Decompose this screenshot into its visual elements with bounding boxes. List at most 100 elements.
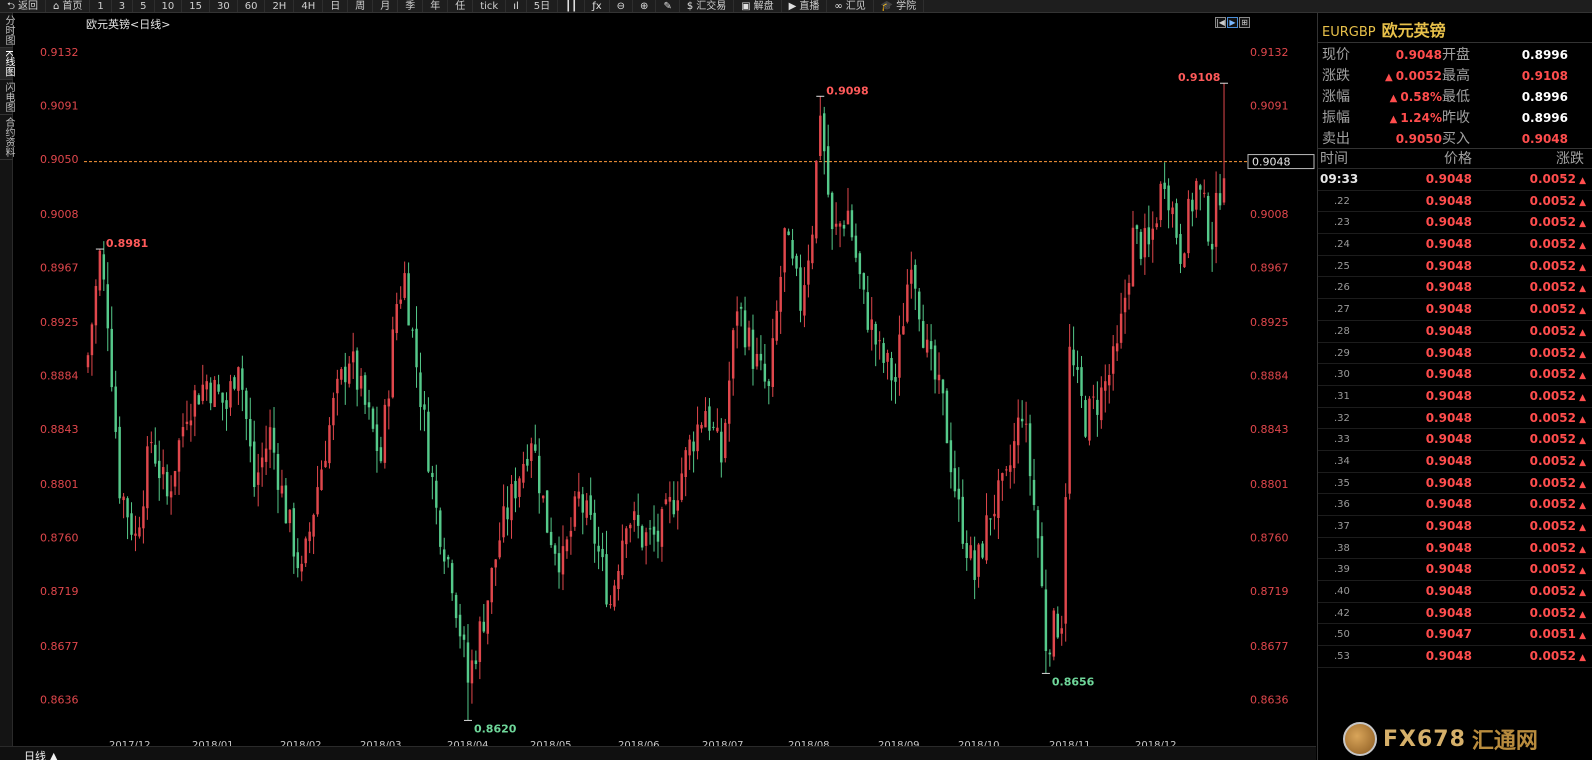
zoom-in-button[interactable]: ⊕ [633,0,657,12]
tick-change-text: 0.0052 [1529,584,1576,599]
period-15-button[interactable]: 年 [423,0,449,12]
candle-body [130,513,133,535]
link-button[interactable]: ∞ 汇见 [827,0,874,12]
candle-body [728,380,731,424]
candle-body [1108,375,1111,386]
tick-price: 0.9048 [1425,649,1472,664]
home-button[interactable]: ⌂ 首页 [46,0,91,12]
quote-label: 昨收 [1442,110,1470,126]
candle-body [846,210,850,225]
toolbar-label: 季 [405,0,416,12]
candle-body [541,495,545,499]
sidetab-1[interactable]: K线图 [0,48,14,80]
candle-body [609,604,612,606]
up-arrow-icon: ▲ [1384,72,1393,83]
candle-body [739,306,743,309]
candle-body [557,553,561,573]
candle-body [98,250,102,291]
period-5-button[interactable]: 10 [155,0,183,12]
tick-change-text: 0.0052 [1529,237,1576,252]
tick-change-text: 0.0052 [1529,432,1576,447]
tick-row: .36 0.9048 0.0052 ▲ [1318,494,1592,516]
period-10-button[interactable]: 4H [294,0,324,12]
candle-body [1191,199,1194,212]
toolbar-label: 月 [380,0,391,12]
candle-body [359,375,363,389]
period-7-button[interactable]: 30 [210,0,238,12]
candle-body [688,439,691,456]
tick-row: .50 0.9047 0.0051 ▲ [1318,624,1592,647]
candle-body [969,545,972,559]
candle-body [94,286,98,326]
candle-body [617,570,620,589]
sidetab-0[interactable]: 分时图 [0,13,14,48]
tick-change: 0.0052 ▲ [1472,559,1592,582]
candle-body [450,563,454,594]
chat-button[interactable]: ▣ 解盘 [734,0,782,12]
extreme-label: 0.9098 [826,84,868,97]
tick-change-text: 0.0052 [1529,193,1576,208]
period-9-button[interactable]: 2H [265,0,295,12]
candle-body [625,528,628,545]
play-button[interactable]: ▶ 直播 [782,0,828,12]
candle-body [743,310,747,348]
dollar-button[interactable]: $ 汇交易 [680,0,735,12]
bar-chart-button[interactable]: ıl [506,0,527,12]
quote-value: 0.8996 [1486,108,1568,129]
tick-change: 0.0052 ▲ [1472,386,1592,409]
up-arrow-icon: ▲ [1575,241,1586,252]
zoom-out-button[interactable]: ⊖ [610,0,634,12]
scroll-end-icon[interactable]: ▶ [1227,17,1238,28]
candle-body [866,292,869,330]
candle-body [142,506,145,529]
period-3-button[interactable]: 3 [112,0,134,12]
tick-change: 0.0052 ▲ [1472,516,1592,539]
kline-chart[interactable]: 欧元英镑<日线> |◀ ▶ ⊞ 0.9132 0.9132 0.9091 0.9091… [14,13,1316,751]
tick-row: .33 0.9048 0.0052 ▲ [1318,429,1592,451]
period-4-button[interactable]: 5 [133,0,155,12]
quote-value-text: 0.9048 [1395,48,1442,62]
ticks-header-price: 价格 [1444,151,1472,167]
function-button[interactable]: ƒx [585,0,610,12]
candle-body [427,411,430,472]
candle-body [90,324,94,356]
tick-price: 0.9048 [1425,497,1472,512]
toolbar-label: 1 [97,0,104,12]
period-17-button[interactable]: tick [473,0,507,12]
draw-pen-button[interactable]: ✎ [656,0,680,12]
y-tick-label-right: 0.8967 [1250,261,1289,274]
y-tick-label-right: 0.8843 [1250,423,1289,436]
period-12-button[interactable]: 周 [348,0,374,12]
candle-body [272,427,276,453]
period-8-button[interactable]: 60 [238,0,266,12]
candle-body [1218,193,1222,206]
sidetab-2[interactable]: 闪电图 [0,80,14,115]
scroll-start-icon[interactable]: |◀ [1215,17,1226,28]
period-6-button[interactable]: 15 [182,0,210,12]
up-arrow-icon: ▲ [1389,93,1398,104]
period-13-button[interactable]: 月 [373,0,399,12]
period-selector[interactable]: 日线 ▲ [24,748,58,760]
y-tick-label-right: 0.9132 [1250,46,1289,59]
candle-body [478,621,482,662]
tick-change-text: 0.0052 [1529,540,1576,555]
graduation-cap-button[interactable]: 🎓 学院 [874,0,925,12]
candle-body [316,487,319,515]
candle-body [648,528,652,530]
tick-change: 0.0052 ▲ [1472,299,1592,322]
period-2-button[interactable]: 1 [90,0,112,12]
tick-price: 0.9048 [1425,562,1472,577]
layout-icon[interactable]: ⊞ [1239,17,1250,28]
period-19-button[interactable]: 5日 [527,0,559,12]
sidetab-3[interactable]: 合约资料 [0,115,14,160]
tick-time: .36 [1334,499,1350,511]
period-11-button[interactable]: 日 [323,0,349,12]
chart-nav-controls: |◀ ▶ ⊞ [1215,17,1250,28]
function-icon: ƒx [592,0,602,12]
chart-canvas[interactable]: 0.91320.91320.90910.90910.90500.90500.90… [14,13,1316,751]
back-arrow-button[interactable]: ⮌ 返回 [0,0,47,12]
candle-body [419,372,422,408]
candles-button[interactable]: ┃┃ [558,0,586,12]
period-14-button[interactable]: 季 [398,0,424,12]
period-16-button[interactable]: 任 [448,0,474,12]
